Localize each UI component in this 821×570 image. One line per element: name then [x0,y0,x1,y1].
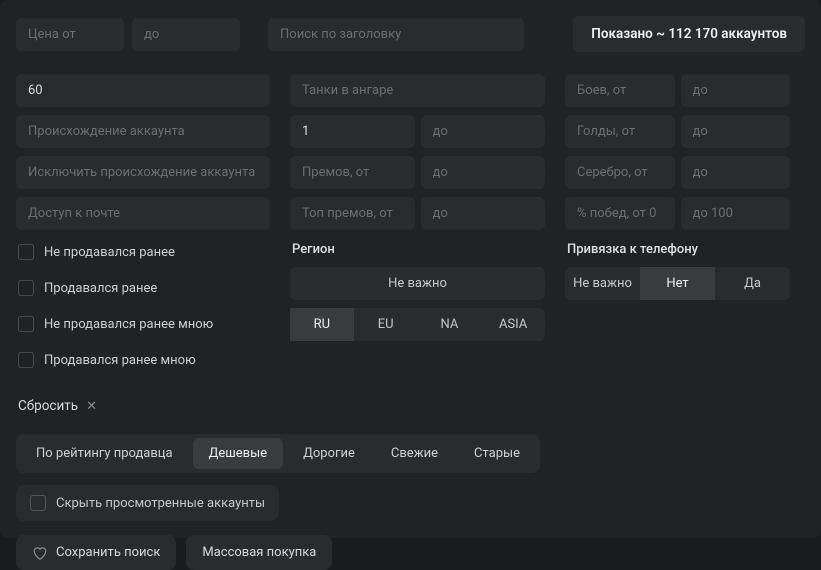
save-search-label: Сохранить поиск [56,545,160,560]
top-prem-from-input[interactable] [290,197,415,230]
check-not-sold-before[interactable]: Не продавался ранее [16,238,270,266]
bulk-buy-button[interactable]: Массовая покупка [186,535,332,570]
check-sold-before[interactable]: Продавался ранее [16,274,270,302]
phone-yes-option[interactable]: Да [715,267,790,300]
tanks-in-hangar-input[interactable] [290,74,545,107]
save-search-button[interactable]: Сохранить поиск [16,535,176,570]
battles-to-input[interactable] [681,74,791,107]
bulk-buy-label: Массовая покупка [202,545,316,560]
sort-control: По рейтингу продавца Дешевые Дорогие Све… [16,434,540,473]
level-input[interactable] [16,74,270,107]
price-to-input[interactable] [132,18,240,51]
silver-to-input[interactable] [681,156,791,189]
checkbox-label: Не продавался ранее мною [44,317,213,332]
checkbox-icon [18,352,34,368]
region-ru-option[interactable]: RU [290,308,354,341]
sort-expensive[interactable]: Дорогие [287,438,371,469]
reset-button[interactable]: Сбросить ✕ [16,398,805,414]
sort-by-rating[interactable]: По рейтингу продавца [20,438,189,469]
region-label: Регион [290,238,545,259]
winrate-from-input[interactable] [565,197,675,230]
checkbox-icon [18,244,34,260]
check-sold-by-me[interactable]: Продавался ранее мною [16,346,270,374]
checkbox-label: Продавался ранее [44,281,157,296]
close-icon: ✕ [86,399,97,414]
hide-viewed-label: Скрыть просмотренные аккаунты [56,496,265,511]
price-from-input[interactable] [16,18,124,51]
region-eu-option[interactable]: EU [354,308,418,341]
results-count-badge: Показано ~ 112 170 аккаунтов [573,16,805,52]
prem-to-input[interactable] [421,156,546,189]
checkbox-label: Продавался ранее мною [44,353,196,368]
tanks-from-input[interactable] [290,115,415,148]
region-na-option[interactable]: NA [418,308,482,341]
mail-access-input[interactable] [16,197,270,230]
sort-cheap[interactable]: Дешевые [193,438,284,469]
title-search-input[interactable] [268,18,524,51]
tanks-to-input[interactable] [421,115,546,148]
silver-from-input[interactable] [565,156,675,189]
check-not-sold-by-me[interactable]: Не продавался ранее мною [16,310,270,338]
checkbox-label: Не продавался ранее [44,245,175,260]
winrate-to-input[interactable] [681,197,791,230]
hide-viewed-toggle[interactable]: Скрыть просмотренные аккаунты [16,485,279,521]
sort-old[interactable]: Старые [458,438,536,469]
sort-fresh[interactable]: Свежие [375,438,454,469]
region-any-option[interactable]: Не важно [290,267,545,300]
prem-from-input[interactable] [290,156,415,189]
phone-binding-label: Привязка к телефону [565,238,790,259]
battles-from-input[interactable] [565,74,675,107]
heart-icon [32,546,48,560]
checkbox-icon [18,280,34,296]
region-asia-option[interactable]: ASIA [481,308,545,341]
exclude-origin-input[interactable] [16,156,270,189]
origin-input[interactable] [16,115,270,148]
phone-no-option[interactable]: Нет [640,267,715,300]
top-prem-to-input[interactable] [421,197,546,230]
gold-from-input[interactable] [565,115,675,148]
checkbox-icon [18,316,34,332]
reset-label: Сбросить [18,398,78,414]
phone-any-option[interactable]: Не важно [565,267,640,300]
checkbox-icon [30,495,46,511]
gold-to-input[interactable] [681,115,791,148]
